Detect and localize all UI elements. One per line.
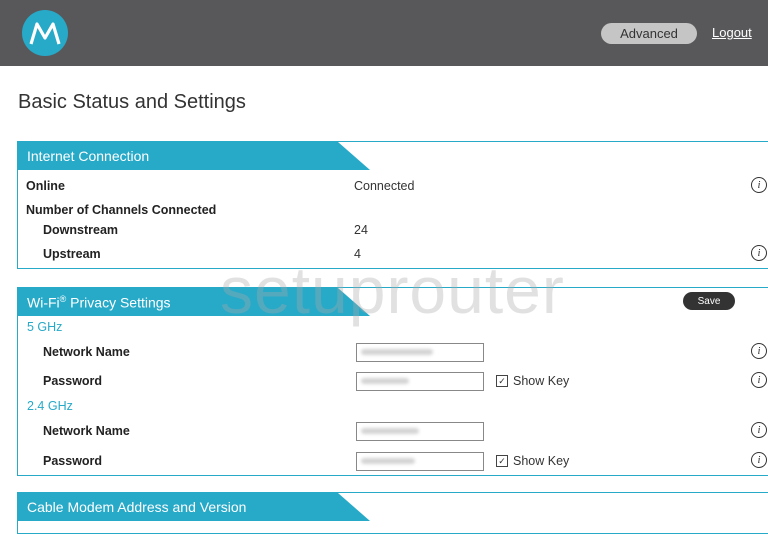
wifi-title-text: Wi-Fi <box>27 294 60 311</box>
upstream-value: 4 <box>354 247 361 261</box>
motorola-logo-icon[interactable] <box>22 10 68 56</box>
wifi-title-suffix: Privacy Settings <box>66 294 171 311</box>
network-name-input-5ghz[interactable] <box>356 343 484 362</box>
online-value: Connected <box>354 179 415 193</box>
checkbox-checked-icon[interactable]: ✓ <box>496 455 508 467</box>
band-24ghz-label: 2.4 GHz <box>27 399 73 413</box>
cable-modem-section: Cable Modem Address and Version <box>17 492 768 534</box>
online-label: Online <box>26 179 65 193</box>
info-icon[interactable]: i <box>751 245 767 261</box>
password-label-24ghz: Password <box>43 454 103 468</box>
channels-label: Number of Channels Connected <box>26 203 217 217</box>
downstream-value: 24 <box>354 223 368 237</box>
show-key-label: Show Key <box>513 454 570 468</box>
advanced-button[interactable]: Advanced <box>601 23 697 44</box>
upstream-label: Upstream <box>43 247 101 261</box>
info-icon[interactable]: i <box>751 177 767 193</box>
show-key-checkbox-5ghz[interactable]: ✓ Show Key <box>496 374 569 388</box>
password-label-5ghz: Password <box>43 374 103 388</box>
show-key-checkbox-24ghz[interactable]: ✓ Show Key <box>496 454 569 468</box>
internet-connection-title: Internet Connection <box>27 148 150 164</box>
logout-link[interactable]: Logout <box>712 25 752 40</box>
network-name-input-24ghz[interactable] <box>356 422 484 441</box>
show-key-label: Show Key <box>513 374 570 388</box>
band-5ghz-label: 5 GHz <box>27 320 63 334</box>
save-button[interactable]: Save <box>683 292 735 310</box>
network-name-label-24ghz: Network Name <box>43 424 130 438</box>
cable-modem-header: Cable Modem Address and Version <box>18 493 768 521</box>
checkbox-checked-icon[interactable]: ✓ <box>496 375 508 387</box>
downstream-label: Downstream <box>43 223 119 237</box>
page-title: Basic Status and Settings <box>18 91 246 113</box>
network-name-label-5ghz: Network Name <box>43 345 130 359</box>
internet-connection-header: Internet Connection <box>18 142 768 170</box>
info-icon[interactable]: i <box>751 343 767 359</box>
cable-modem-title: Cable Modem Address and Version <box>27 499 247 515</box>
wifi-privacy-section: Wi-Fi® Privacy Settings 5 GHz Network Na… <box>17 287 768 476</box>
info-icon[interactable]: i <box>751 452 767 468</box>
wifi-privacy-header: Wi-Fi® Privacy Settings <box>18 288 768 316</box>
info-icon[interactable]: i <box>751 422 767 438</box>
top-bar: Advanced Logout <box>0 0 768 66</box>
wifi-privacy-title: Wi-Fi® Privacy Settings <box>27 294 171 311</box>
password-input-24ghz[interactable] <box>356 452 484 471</box>
password-input-5ghz[interactable] <box>356 372 484 391</box>
info-icon[interactable]: i <box>751 372 767 388</box>
internet-connection-section: Internet Connection Online Connected i N… <box>17 141 768 269</box>
